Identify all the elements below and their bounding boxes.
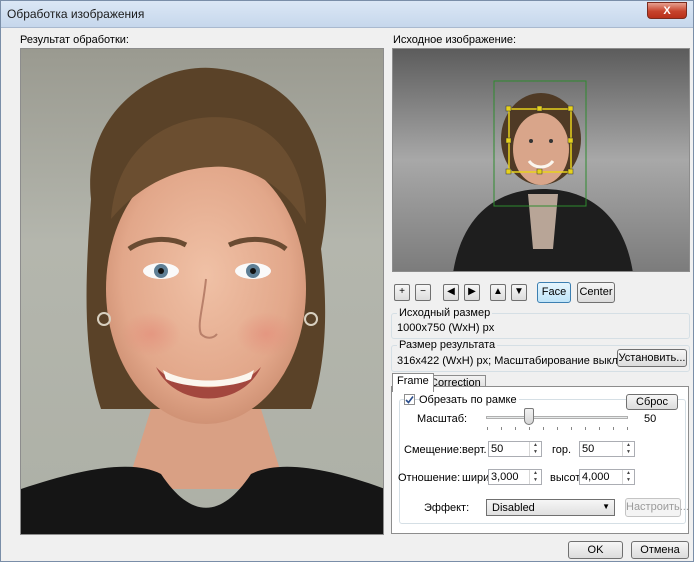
scale-slider-thumb[interactable]	[524, 408, 534, 425]
move-down-button[interactable]: ▼	[511, 284, 527, 301]
tab-frame[interactable]: Frame	[392, 373, 434, 392]
scale-slider-track[interactable]	[486, 416, 628, 419]
result-size-title: Размер результата	[397, 339, 498, 351]
title-bar: Обработка изображения X	[1, 1, 693, 28]
close-button[interactable]: X	[647, 2, 687, 19]
vert-offset-value: 50	[491, 443, 504, 455]
crop-checkbox[interactable]	[404, 394, 415, 405]
hor-offset-value: 50	[582, 443, 595, 455]
zoom-in-button[interactable]: +	[394, 284, 410, 301]
chevron-down-icon: ▼	[602, 502, 610, 511]
set-size-button[interactable]: Установить...	[617, 349, 687, 367]
source-size-title: Исходный размер	[397, 307, 493, 319]
width-label: шири	[462, 472, 490, 484]
ratio-width-value: 3,000	[491, 471, 519, 483]
vert-offset-field[interactable]: 50 ▲ ▼	[488, 441, 542, 457]
move-right-button[interactable]: ▶	[464, 284, 480, 301]
spin-arrows-icon[interactable]: ▲ ▼	[622, 470, 634, 484]
source-size-value: 1000x750 (WxH) px	[397, 322, 495, 334]
slider-tick	[557, 427, 558, 430]
ok-button[interactable]: OK	[568, 541, 623, 559]
offset-label: Смещение:	[404, 444, 463, 456]
configure-button[interactable]: Настроить...	[625, 498, 689, 517]
scale-label: Масштаб:	[417, 413, 468, 425]
slider-tick	[585, 427, 586, 430]
result-image	[20, 48, 384, 535]
center-button[interactable]: Center	[577, 282, 615, 303]
source-image	[392, 48, 690, 272]
slider-tick	[627, 427, 628, 430]
move-left-button[interactable]: ◀	[443, 284, 459, 301]
source-size-group: Исходный размер 1000x750 (WxH) px	[391, 307, 690, 339]
ratio-height-field[interactable]: 4,000 ▲ ▼	[579, 469, 635, 485]
hor-offset-field[interactable]: 50 ▲ ▼	[579, 441, 635, 457]
effect-value: Disabled	[492, 502, 535, 514]
source-label: Исходное изображение:	[393, 34, 517, 46]
zoom-out-button[interactable]: −	[415, 284, 431, 301]
crop-label: Обрезать по рамке	[419, 394, 519, 406]
slider-tick	[543, 427, 544, 430]
slider-tick	[515, 427, 516, 430]
slider-tick	[487, 427, 488, 430]
slider-tick	[571, 427, 572, 430]
spin-arrows-icon[interactable]: ▲ ▼	[529, 442, 541, 456]
result-label: Результат обработки:	[20, 34, 129, 46]
hor-label: гор.	[552, 444, 572, 456]
result-size-value: 316x422 (WxH) px; Масштабирование выключ…	[397, 355, 651, 367]
effect-select[interactable]: Disabled ▼	[486, 499, 615, 516]
vert-label: верт.	[462, 444, 487, 456]
move-up-button[interactable]: ▲	[490, 284, 506, 301]
spin-arrows-icon[interactable]: ▲ ▼	[622, 442, 634, 456]
slider-tick	[501, 427, 502, 430]
ratio-width-field[interactable]: 3,000 ▲ ▼	[488, 469, 542, 485]
cancel-button[interactable]: Отмена	[631, 541, 689, 559]
effect-label: Эффект:	[424, 502, 470, 514]
face-button[interactable]: Face	[537, 282, 571, 303]
image-processing-dialog: Обработка изображения X Результат обрабо…	[0, 0, 694, 562]
spin-arrows-icon[interactable]: ▲ ▼	[529, 470, 541, 484]
slider-tick	[613, 427, 614, 430]
slider-tick	[599, 427, 600, 430]
window-title: Обработка изображения	[7, 7, 145, 21]
ratio-label: Отношение:	[398, 472, 461, 484]
slider-tick	[529, 427, 530, 430]
ratio-height-value: 4,000	[582, 471, 610, 483]
scale-value: 50	[644, 413, 657, 425]
reset-button[interactable]: Сброс	[626, 394, 678, 410]
